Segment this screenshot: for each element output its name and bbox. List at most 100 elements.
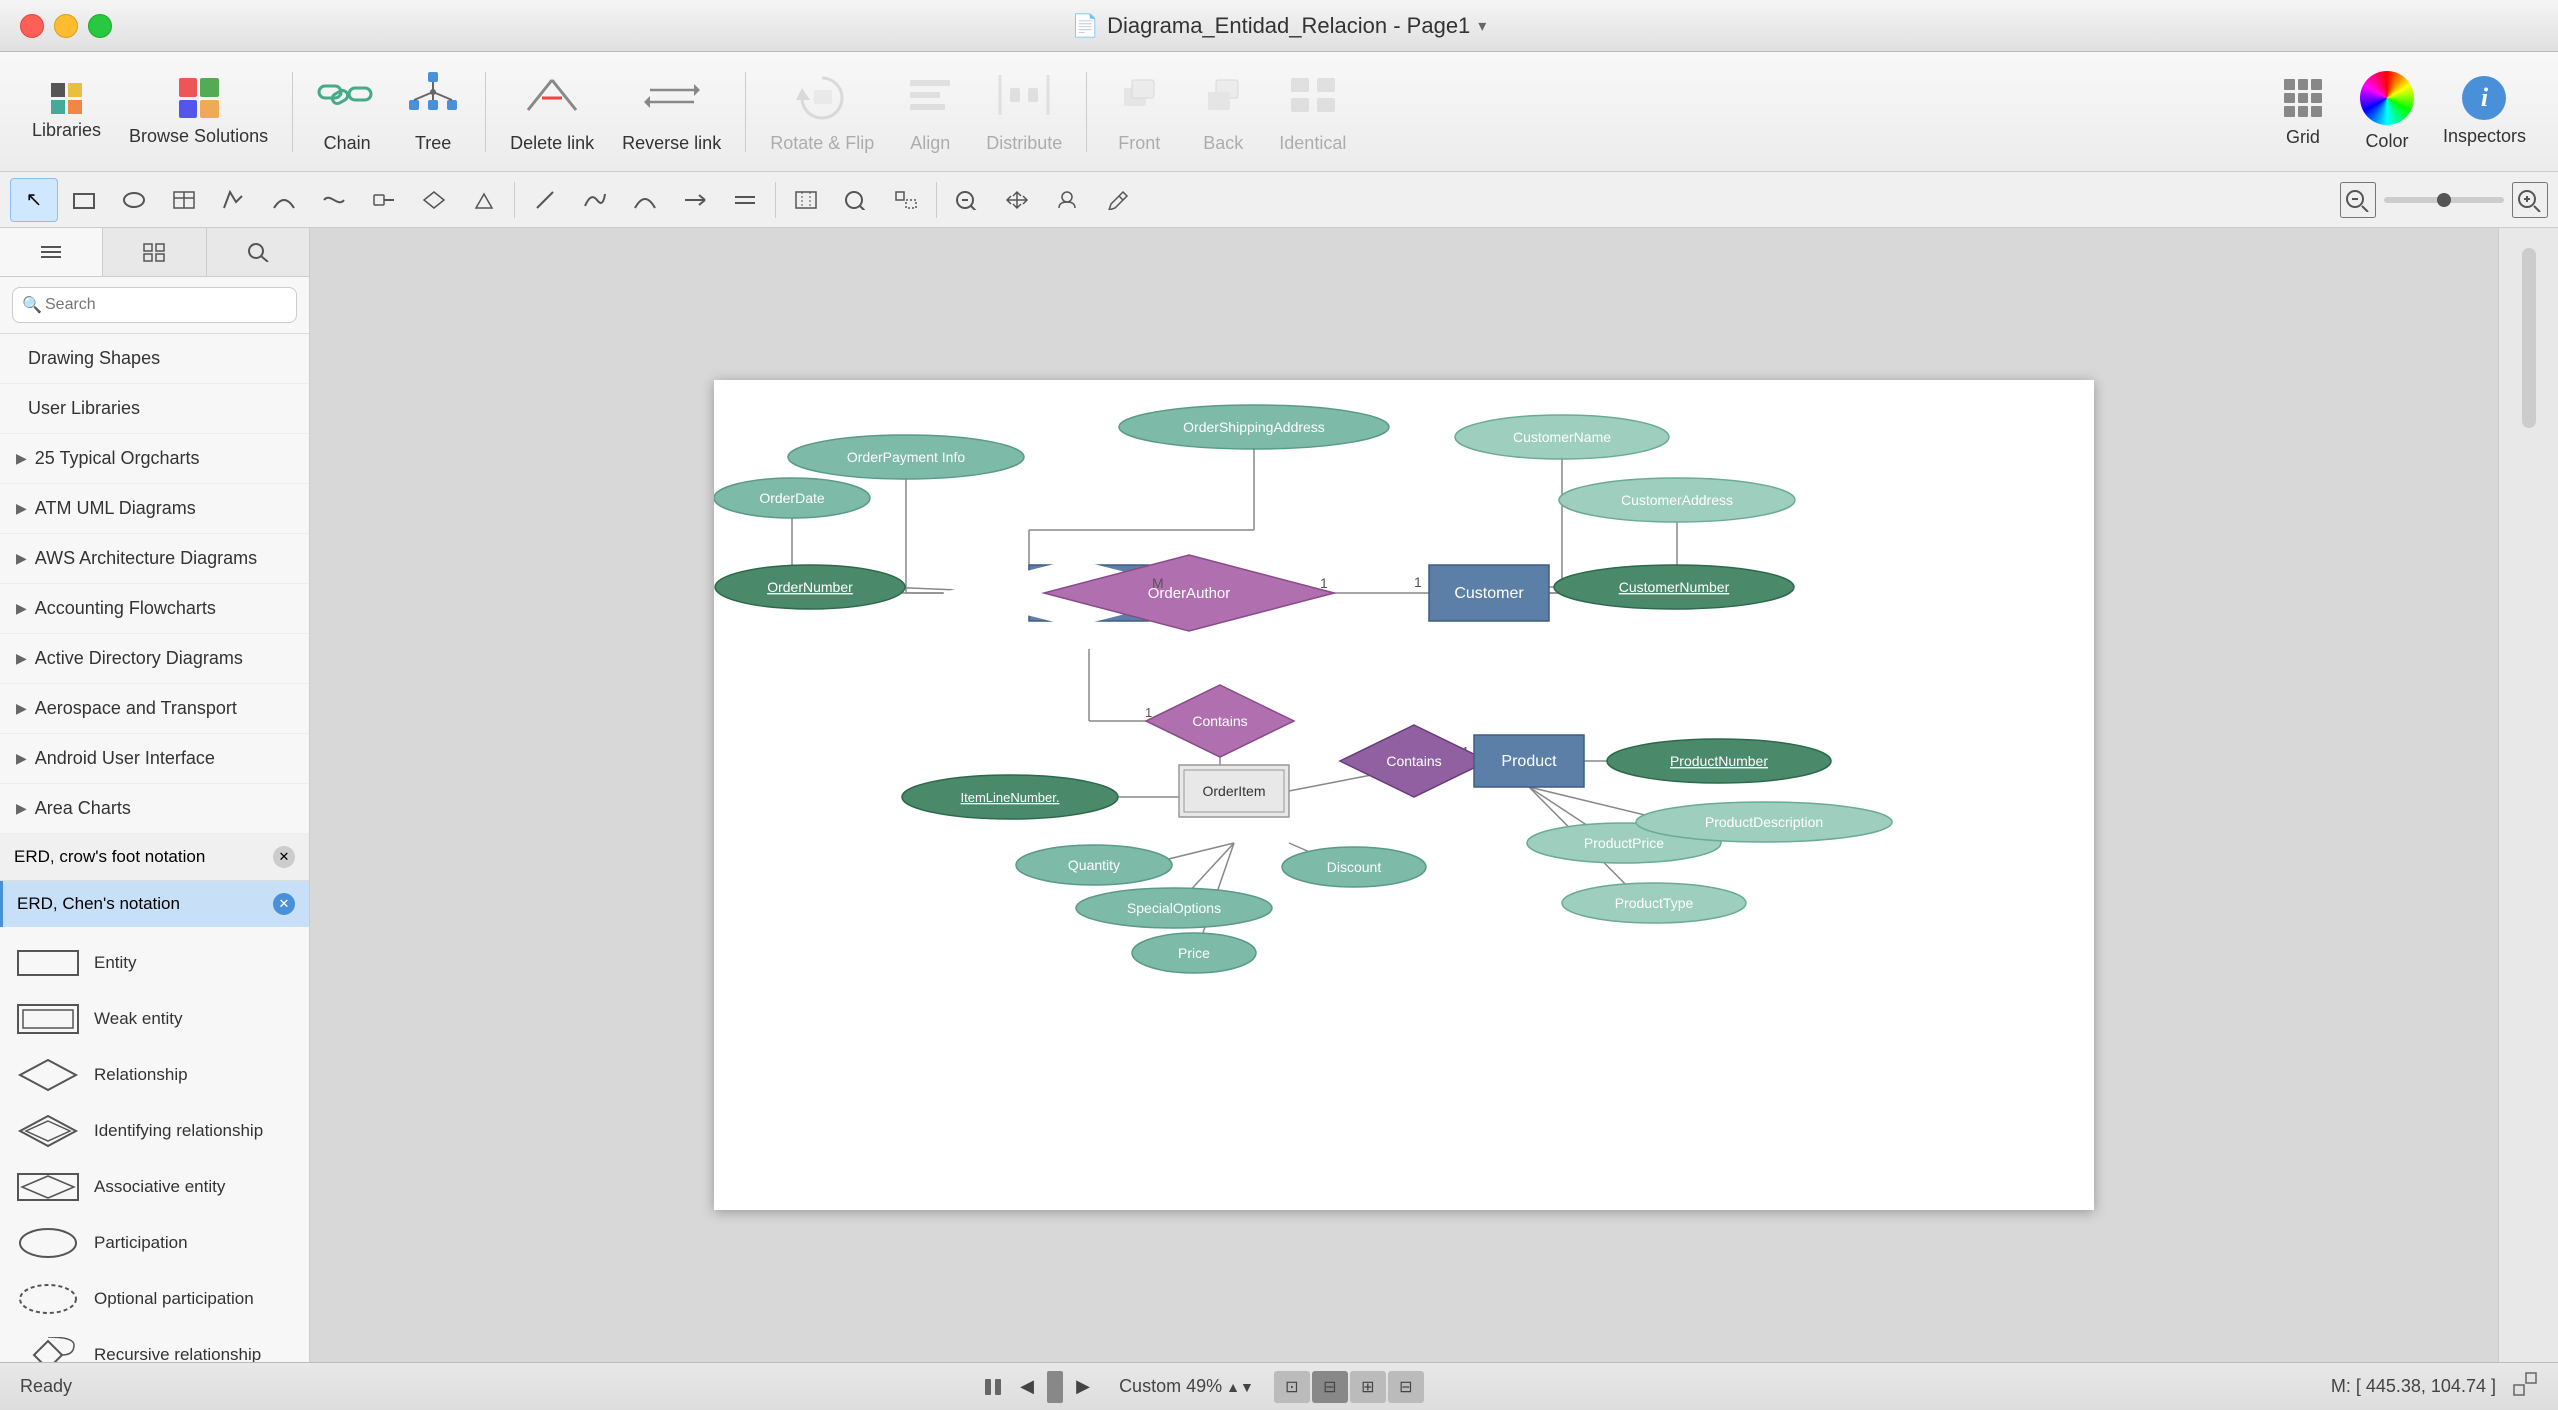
shape-tool-4[interactable] — [360, 178, 408, 222]
relationship-label: Relationship — [94, 1065, 188, 1085]
identical-button[interactable]: Identical — [1267, 62, 1358, 162]
back-button[interactable]: Back — [1183, 62, 1263, 162]
expand-icon[interactable] — [2512, 1371, 2538, 1402]
view-btn-4[interactable]: ⊟ — [1388, 1371, 1424, 1403]
erd-crows-foot-header[interactable]: ERD, crow's foot notation ✕ — [0, 834, 309, 880]
next-page-button[interactable]: ▶ — [1067, 1371, 1099, 1403]
title-text: Diagrama_Entidad_Relacion - Page1 — [1107, 13, 1470, 39]
shape-tool-6[interactable] — [460, 178, 508, 222]
shape-recursive-rel-row[interactable]: Recursive relationship — [0, 1327, 309, 1362]
dropdown-arrow-icon[interactable]: ▾ — [1478, 16, 1486, 36]
tree-button[interactable]: Tree — [393, 62, 473, 162]
rect-tool[interactable] — [60, 178, 108, 222]
inspectors-button[interactable]: i Inspectors — [2431, 62, 2538, 162]
front-label: Front — [1118, 133, 1160, 154]
diagram-canvas[interactable]: M 1 1 M — [714, 380, 2094, 1210]
sidebar-item-android-ui[interactable]: ▶ Android User Interface — [0, 734, 309, 784]
curve-tool[interactable] — [571, 178, 619, 222]
sidebar-item-aws-arch[interactable]: ▶ AWS Architecture Diagrams — [0, 534, 309, 584]
table-tool[interactable] — [160, 178, 208, 222]
line-tool[interactable] — [521, 178, 569, 222]
erd-crows-foot-close[interactable]: ✕ — [273, 846, 295, 868]
sidebar-item-active-dir[interactable]: ▶ Active Directory Diagrams — [0, 634, 309, 684]
zoom-out-tool[interactable] — [943, 178, 991, 222]
reverse-link-button[interactable]: Reverse link — [610, 62, 733, 162]
canvas-container[interactable]: M 1 1 M — [310, 228, 2498, 1362]
shape-identifying-rel-row[interactable]: Identifying relationship — [0, 1103, 309, 1159]
zoom-label[interactable]: Custom 49% ▲▼ — [1119, 1376, 1254, 1397]
shape-tool-3[interactable] — [310, 178, 358, 222]
view-btn-1[interactable]: ⊡ — [1274, 1371, 1310, 1403]
pen-tool[interactable] — [1093, 178, 1141, 222]
scroll-thumb[interactable] — [2522, 248, 2536, 428]
sidebar-item-area-charts[interactable]: ▶ Area Charts — [0, 784, 309, 834]
search-input[interactable] — [12, 287, 297, 323]
expand-arrow-icon: ▶ — [16, 600, 27, 617]
shape-optional-participation-row[interactable]: Optional participation — [0, 1271, 309, 1327]
libraries-button[interactable]: Libraries — [20, 62, 113, 162]
sidebar-item-aerospace[interactable]: ▶ Aerospace and Transport — [0, 684, 309, 734]
connector-tool-1[interactable] — [671, 178, 719, 222]
zoom-in-button[interactable] — [2512, 182, 2548, 218]
sidebar-item-accounting[interactable]: ▶ Accounting Flowcharts — [0, 584, 309, 634]
sidebar-item-25-orgcharts[interactable]: ▶ 25 Typical Orgcharts — [0, 434, 309, 484]
shape-weak-entity-row[interactable]: Weak entity — [0, 991, 309, 1047]
prev-page-button[interactable]: ◀ — [1011, 1371, 1043, 1403]
zoom-out-button[interactable] — [2340, 182, 2376, 218]
browse-solutions-button[interactable]: Browse Solutions — [117, 62, 280, 162]
shape-entity-row[interactable]: Entity — [0, 935, 309, 991]
zoom-other-tool[interactable] — [882, 178, 930, 222]
rotate-flip-button[interactable]: Rotate & Flip — [758, 62, 886, 162]
shape-tool-1[interactable] — [210, 178, 258, 222]
svg-text:SpecialOptions: SpecialOptions — [1127, 900, 1221, 916]
connector-tool-2[interactable] — [721, 178, 769, 222]
erd-chens-panel: ERD, Chen's notation ✕ Entity — [0, 881, 309, 1362]
arc-tool[interactable] — [621, 178, 669, 222]
position-text: M: [ 445.38, 104.74 ] — [2331, 1376, 2496, 1397]
erd-chens-header[interactable]: ERD, Chen's notation ✕ — [0, 881, 309, 927]
grid-button[interactable]: Grid — [2263, 62, 2343, 162]
shape-assoc-entity-row[interactable]: Associative entity — [0, 1159, 309, 1215]
page-indicator[interactable] — [1047, 1371, 1063, 1403]
sidebar-tab-search[interactable] — [207, 228, 309, 276]
front-button[interactable]: Front — [1099, 62, 1179, 162]
ellipse-tool[interactable] — [110, 178, 158, 222]
shape-tool-5[interactable] — [410, 178, 458, 222]
rotate-flip-label: Rotate & Flip — [770, 133, 874, 154]
sidebar-tab-list[interactable] — [0, 228, 103, 276]
shape-tool-2[interactable] — [260, 178, 308, 222]
expand-arrow-icon: ▶ — [16, 800, 27, 817]
view-btn-2[interactable]: ⊟ — [1312, 1371, 1348, 1403]
distribute-label: Distribute — [986, 133, 1062, 154]
color-button[interactable]: Color — [2347, 62, 2427, 162]
sidebar-tab-grid[interactable] — [103, 228, 206, 276]
shape-relationship-row[interactable]: Relationship — [0, 1047, 309, 1103]
maximize-button[interactable] — [88, 14, 112, 38]
zoom-region-tool[interactable] — [832, 178, 880, 222]
sidebar-item-user-libraries[interactable]: User Libraries — [0, 384, 309, 434]
identical-icon — [1285, 70, 1341, 127]
align-button[interactable]: Align — [890, 62, 970, 162]
zoom-slider[interactable] — [2384, 197, 2504, 203]
minimize-button[interactable] — [54, 14, 78, 38]
inspectors-icon: i — [2462, 76, 2506, 120]
svg-text:1: 1 — [1320, 575, 1328, 591]
sidebar-item-drawing-shapes[interactable]: Drawing Shapes — [0, 334, 309, 384]
delete-link-button[interactable]: Delete link — [498, 62, 606, 162]
sidebar-item-atm-uml[interactable]: ▶ ATM UML Diagrams — [0, 484, 309, 534]
pan-tool[interactable] — [993, 178, 1041, 222]
shape-participation-row[interactable]: Participation — [0, 1215, 309, 1271]
reverse-link-icon — [644, 70, 700, 127]
pause-button[interactable] — [979, 1373, 1007, 1401]
close-button[interactable] — [20, 14, 44, 38]
chain-button[interactable]: Chain — [305, 62, 389, 162]
zoom-fit-tool[interactable] — [782, 178, 830, 222]
svg-text:1: 1 — [1414, 574, 1422, 590]
libraries-icon — [51, 83, 82, 114]
select-tool[interactable]: ↖ — [10, 178, 58, 222]
assoc-entity-label: Associative entity — [94, 1177, 225, 1197]
distribute-button[interactable]: Distribute — [974, 62, 1074, 162]
user-tool[interactable] — [1043, 178, 1091, 222]
view-btn-3[interactable]: ⊞ — [1350, 1371, 1386, 1403]
erd-chens-close[interactable]: ✕ — [273, 893, 295, 915]
